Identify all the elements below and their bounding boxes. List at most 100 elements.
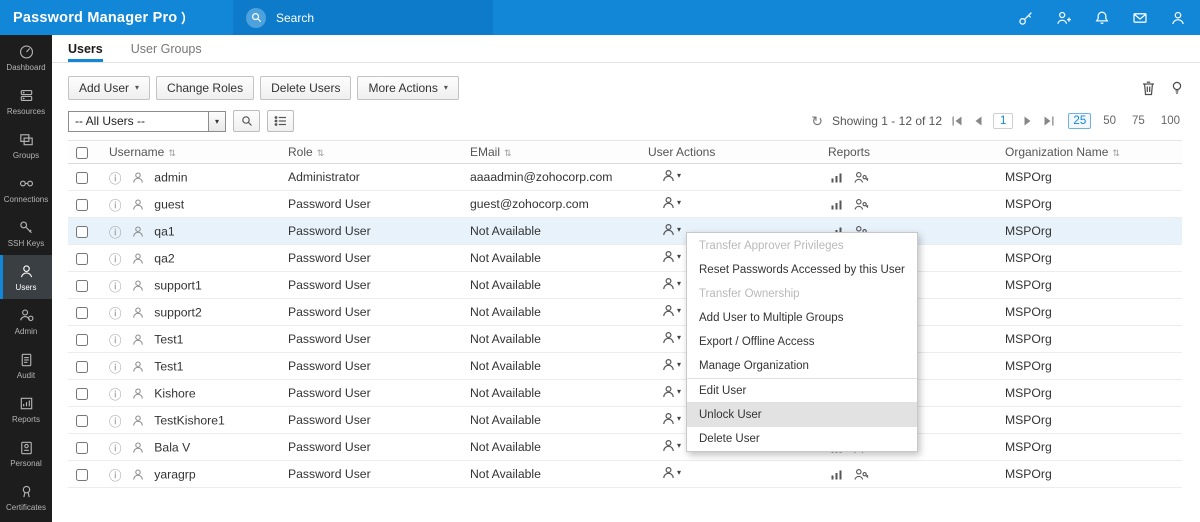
sort-icon[interactable]: ⇅ [168, 148, 176, 158]
username-text[interactable]: support1 [154, 278, 201, 292]
user-actions-icon[interactable]: ▾ [662, 196, 681, 209]
row-checkbox[interactable] [76, 199, 88, 211]
page-size-50[interactable]: 50 [1099, 114, 1120, 128]
user-actions-icon[interactable]: ▾ [662, 277, 681, 290]
table-row[interactable]: ⓘ Bala V Password User Not Available ▾ M… [68, 434, 1182, 461]
username-text[interactable]: qa1 [154, 224, 174, 238]
refresh-icon[interactable]: ↻ [811, 114, 823, 128]
sidebar-item-users[interactable]: Users [0, 255, 52, 299]
menu-item-manage-organization[interactable]: Manage Organization [687, 354, 917, 378]
user-actions-icon[interactable]: ▾ [662, 466, 681, 479]
tab-user-groups[interactable]: User Groups [131, 35, 202, 62]
user-actions-icon[interactable]: ▾ [662, 169, 681, 182]
info-icon[interactable]: ⓘ [109, 199, 122, 213]
tab-users[interactable]: Users [68, 35, 103, 62]
lightbulb-icon[interactable] [1170, 80, 1184, 96]
change-roles-button[interactable]: Change Roles [156, 76, 254, 100]
row-checkbox[interactable] [76, 226, 88, 238]
sidebar-item-groups[interactable]: Groups [0, 123, 52, 167]
row-checkbox[interactable] [76, 415, 88, 427]
user-actions-icon[interactable]: ▾ [662, 304, 681, 317]
username-text[interactable]: admin [154, 170, 187, 184]
user-actions-icon[interactable]: ▾ [662, 412, 681, 425]
sidebar-item-ssh-keys[interactable]: SSH Keys [0, 211, 52, 255]
page-size-75[interactable]: 75 [1128, 114, 1149, 128]
table-row[interactable]: ⓘ Test1 Password User Not Available ▾ MS… [68, 353, 1182, 380]
table-row[interactable]: ⓘ support2 Password User Not Available ▾… [68, 299, 1182, 326]
row-checkbox[interactable] [76, 280, 88, 292]
sidebar-item-reports[interactable]: Reports [0, 387, 52, 431]
row-checkbox[interactable] [76, 253, 88, 265]
row-checkbox[interactable] [76, 388, 88, 400]
table-row[interactable]: ⓘ support1 Password User Not Available ▾… [68, 272, 1182, 299]
column-header-role[interactable]: Role⇅ [288, 141, 470, 164]
info-icon[interactable]: ⓘ [109, 253, 122, 267]
username-text[interactable]: Kishore [154, 386, 195, 400]
more-actions-button[interactable]: More Actions ▾ [357, 76, 458, 100]
user-actions-icon[interactable]: ▾ [662, 358, 681, 371]
info-icon[interactable]: ⓘ [109, 469, 122, 483]
row-checkbox[interactable] [76, 361, 88, 373]
info-icon[interactable]: ⓘ [109, 226, 122, 240]
username-text[interactable]: Test1 [154, 332, 183, 346]
table-row[interactable]: ⓘ TestKishore1 Password User Not Availab… [68, 407, 1182, 434]
table-row[interactable]: ⓘ qa2 Password User Not Available ▾ MSPO… [68, 245, 1182, 272]
global-search[interactable]: Search [233, 0, 493, 35]
menu-item-export-offline-access[interactable]: Export / Offline Access [687, 330, 917, 354]
column-header-username[interactable]: Username⇅ [96, 141, 288, 164]
menu-item-reset-passwords-accessed-by-this-user[interactable]: Reset Passwords Accessed by this User [687, 258, 917, 282]
delete-users-button[interactable]: Delete Users [260, 76, 351, 100]
info-icon[interactable]: ⓘ [109, 361, 122, 375]
user-actions-icon[interactable]: ▾ [662, 250, 681, 263]
sidebar-item-personal[interactable]: Personal [0, 431, 52, 475]
page-size-100[interactable]: 100 [1157, 114, 1184, 128]
user-actions-icon[interactable]: ▾ [662, 331, 681, 344]
last-page-button[interactable] [1042, 116, 1055, 126]
table-row[interactable]: ⓘ Kishore Password User Not Available ▾ … [68, 380, 1182, 407]
username-text[interactable]: support2 [154, 305, 201, 319]
add-user-icon[interactable] [1056, 10, 1072, 26]
username-text[interactable]: Test1 [154, 359, 183, 373]
list-view-button[interactable] [267, 110, 294, 132]
user-profile-icon[interactable] [1170, 10, 1186, 26]
row-checkbox[interactable] [76, 172, 88, 184]
password-access-report-icon[interactable] [830, 198, 843, 211]
next-page-button[interactable] [1022, 116, 1033, 126]
username-text[interactable]: qa2 [154, 251, 174, 265]
sort-icon[interactable]: ⇅ [1112, 148, 1120, 158]
menu-item-add-user-to-multiple-groups[interactable]: Add User to Multiple Groups [687, 306, 917, 330]
username-text[interactable]: yaragrp [154, 467, 195, 481]
select-all-checkbox[interactable] [76, 147, 88, 159]
page-size-25[interactable]: 25 [1068, 113, 1091, 129]
row-checkbox[interactable] [76, 334, 88, 346]
table-row[interactable]: ⓘ guest Password User guest@zohocorp.com… [68, 191, 1182, 218]
info-icon[interactable]: ⓘ [109, 415, 122, 429]
username-text[interactable]: Bala V [154, 440, 190, 454]
sidebar-item-dashboard[interactable]: Dashboard [0, 35, 52, 79]
sidebar-item-certificates[interactable]: Certificates [0, 475, 52, 519]
info-icon[interactable]: ⓘ [109, 280, 122, 294]
user-report-icon[interactable] [854, 468, 869, 481]
username-text[interactable]: TestKishore1 [154, 413, 224, 427]
user-filter-select[interactable]: -- All Users -- ▾ [68, 111, 226, 132]
sidebar-item-connections[interactable]: Connections [0, 167, 52, 211]
user-report-icon[interactable] [854, 198, 869, 211]
first-page-button[interactable] [951, 116, 964, 126]
column-header-email[interactable]: EMail⇅ [470, 141, 648, 164]
row-checkbox[interactable] [76, 307, 88, 319]
row-checkbox[interactable] [76, 469, 88, 481]
sort-icon[interactable]: ⇅ [317, 148, 325, 158]
user-actions-icon[interactable]: ▾ [662, 385, 681, 398]
menu-item-edit-user[interactable]: Edit User [687, 378, 917, 402]
previous-page-button[interactable] [973, 116, 984, 126]
info-icon[interactable]: ⓘ [109, 307, 122, 321]
search-button[interactable] [233, 110, 260, 132]
sidebar-item-resources[interactable]: Resources [0, 79, 52, 123]
table-row[interactable]: ⓘ admin Administrator aaaadmin@zohocorp.… [68, 164, 1182, 191]
password-access-report-icon[interactable] [830, 171, 843, 184]
menu-item-unlock-user[interactable]: Unlock User [687, 402, 917, 426]
table-row[interactable]: ⓘ Test1 Password User Not Available ▾ MS… [68, 326, 1182, 353]
sidebar-item-audit[interactable]: Audit [0, 343, 52, 387]
sort-icon[interactable]: ⇅ [504, 148, 512, 158]
info-icon[interactable]: ⓘ [109, 442, 122, 456]
